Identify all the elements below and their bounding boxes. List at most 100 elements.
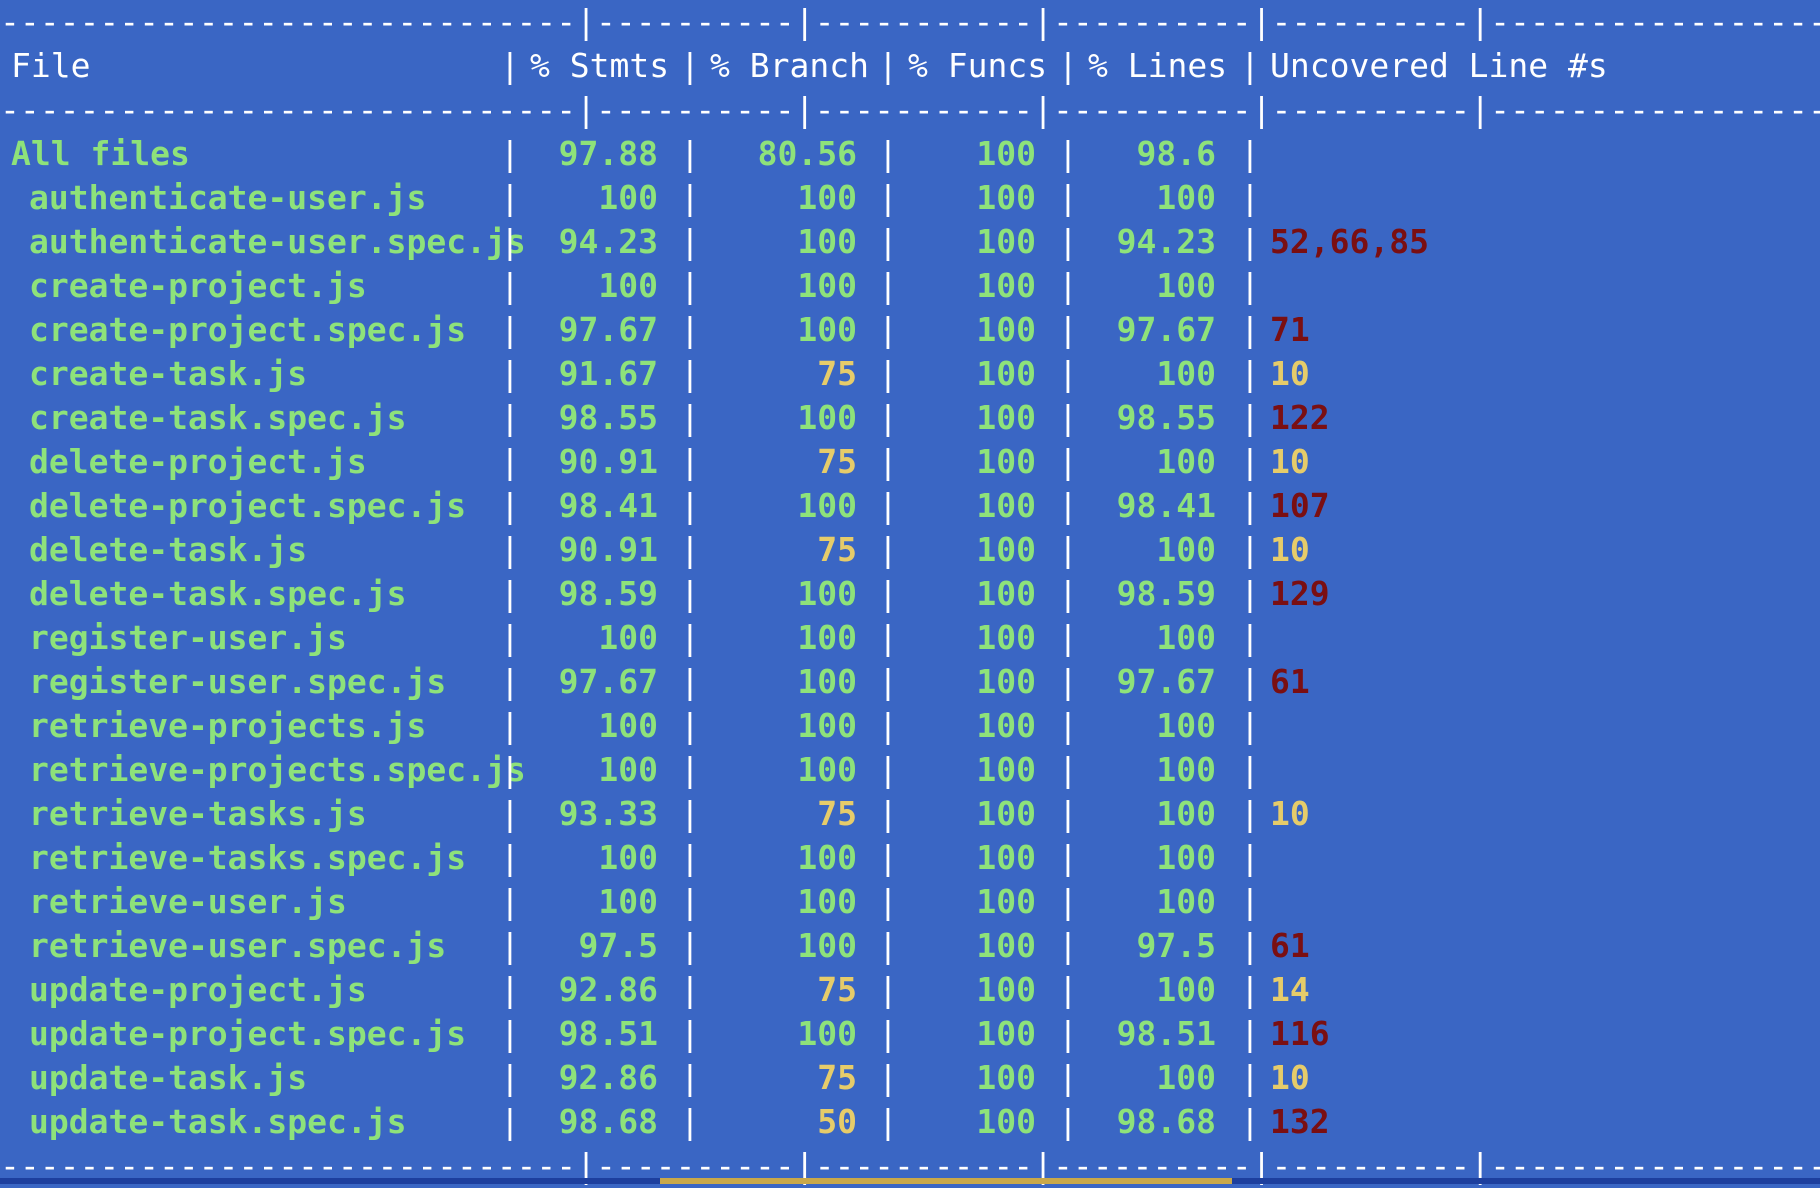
- col-separator: |: [1058, 662, 1078, 701]
- col-separator: |: [680, 266, 700, 305]
- col-separator: |: [878, 574, 898, 613]
- cell-funcs: 100: [976, 222, 1036, 261]
- col-separator: |: [1058, 222, 1078, 261]
- cell-funcs: 100: [976, 662, 1036, 701]
- cell-stmts: 97.67: [558, 310, 658, 349]
- header-file: File: [11, 46, 91, 85]
- cell-stmts: 98.51: [558, 1014, 658, 1053]
- cell-branch: 75: [817, 794, 857, 833]
- cell-branch: 100: [797, 266, 857, 305]
- col-separator: |: [878, 750, 898, 789]
- col-separator: |: [500, 706, 520, 745]
- col-separator: |: [1058, 926, 1078, 965]
- col-separator: |: [500, 618, 520, 657]
- cell-stmts: 90.91: [558, 442, 658, 481]
- cell-funcs: 100: [976, 530, 1036, 569]
- cell-file: retrieve-tasks.spec.js: [29, 838, 467, 877]
- cell-file: create-task.spec.js: [29, 398, 407, 437]
- table-row: delete-task.spec.js | 98.59 | 100 | 100 | 98.59 |…: [0, 572, 1820, 616]
- col-separator: |: [680, 574, 700, 613]
- col-separator: |: [500, 266, 520, 305]
- cell-funcs: 100: [976, 134, 1036, 173]
- col-separator: |: [1240, 1014, 1260, 1053]
- col-separator: |: [1240, 662, 1260, 701]
- col-separator: |: [878, 706, 898, 745]
- col-separator: |: [1240, 970, 1260, 1009]
- col-separator: |: [878, 1102, 898, 1141]
- cell-file: update-project.spec.js: [29, 1014, 467, 1053]
- col-separator: |: [878, 662, 898, 701]
- col-separator: |: [1058, 398, 1078, 437]
- cell-lines: 100: [1156, 618, 1216, 657]
- col-separator: |: [878, 970, 898, 1009]
- table-rule-top: -----------------------------|----------…: [0, 2, 1820, 41]
- cell-funcs: 100: [976, 1014, 1036, 1053]
- col-separator: |: [1240, 398, 1260, 437]
- cell-stmts: 100: [598, 178, 658, 217]
- col-separator: |: [500, 926, 520, 965]
- cell-lines: 100: [1156, 706, 1216, 745]
- table-row: register-user.spec.js | 97.67 | 100 | 100 | 97.6…: [0, 660, 1820, 704]
- col-separator: |: [878, 46, 898, 85]
- table-row: retrieve-projects.js | 100 | 100 | 100 | 100 |: [0, 704, 1820, 748]
- cell-branch: 75: [817, 354, 857, 393]
- col-separator: |: [680, 794, 700, 833]
- cell-uncovered: 129: [1270, 574, 1330, 613]
- col-separator: |: [1058, 794, 1078, 833]
- col-separator: |: [1058, 882, 1078, 921]
- cell-file: create-project.spec.js: [29, 310, 467, 349]
- col-separator: |: [500, 310, 520, 349]
- header-uncovered: Uncovered Line #s: [1270, 46, 1608, 85]
- col-separator: |: [1058, 486, 1078, 525]
- cell-funcs: 100: [976, 574, 1036, 613]
- cell-file: retrieve-projects.js: [29, 706, 427, 745]
- table-row: delete-project.spec.js | 98.41 | 100 | 100 | 98.…: [0, 484, 1820, 528]
- col-separator: |: [878, 222, 898, 261]
- col-separator: |: [500, 1014, 520, 1053]
- cell-file: register-user.spec.js: [29, 662, 447, 701]
- cell-stmts: 98.41: [558, 486, 658, 525]
- col-separator: |: [680, 222, 700, 261]
- cell-funcs: 100: [976, 794, 1036, 833]
- col-separator: |: [680, 706, 700, 745]
- table-row: create-project.js | 100 | 100 | 100 | 100 |: [0, 264, 1820, 308]
- cell-funcs: 100: [976, 1102, 1036, 1141]
- cell-lines: 98.51: [1116, 1014, 1216, 1053]
- cell-lines: 100: [1156, 266, 1216, 305]
- cell-funcs: 100: [976, 178, 1036, 217]
- cell-file: update-task.js: [29, 1058, 308, 1097]
- cell-branch: 100: [797, 486, 857, 525]
- col-separator: |: [878, 310, 898, 349]
- table-row: retrieve-tasks.js | 93.33 | 75 | 100 | 100 | 10: [0, 792, 1820, 836]
- table-row: update-project.js | 92.86 | 75 | 100 | 100 | 14: [0, 968, 1820, 1012]
- col-separator: |: [878, 1058, 898, 1097]
- cell-lines: 97.67: [1116, 662, 1216, 701]
- cell-file: retrieve-tasks.js: [29, 794, 367, 833]
- cell-file: update-project.js: [29, 970, 367, 1009]
- cell-uncovered: 107: [1270, 486, 1330, 525]
- cell-branch: 100: [797, 838, 857, 877]
- col-separator: |: [878, 134, 898, 173]
- cell-lines: 100: [1156, 838, 1216, 877]
- col-separator: |: [680, 1102, 700, 1141]
- col-separator: |: [680, 750, 700, 789]
- col-separator: |: [680, 310, 700, 349]
- cell-branch: 100: [797, 574, 857, 613]
- cell-funcs: 100: [976, 706, 1036, 745]
- cell-uncovered: 52,66,85: [1270, 222, 1429, 261]
- col-separator: |: [1058, 134, 1078, 173]
- cell-branch: 100: [797, 750, 857, 789]
- cell-branch: 100: [797, 178, 857, 217]
- cell-uncovered: 132: [1270, 1102, 1330, 1141]
- cell-branch: 75: [817, 530, 857, 569]
- col-separator: |: [1058, 530, 1078, 569]
- cell-branch: 100: [797, 618, 857, 657]
- col-separator: |: [1058, 750, 1078, 789]
- col-separator: |: [1058, 178, 1078, 217]
- col-separator: |: [500, 574, 520, 613]
- cell-uncovered: 122: [1270, 398, 1330, 437]
- cell-stmts: 92.86: [558, 1058, 658, 1097]
- col-separator: |: [1240, 706, 1260, 745]
- table-row: create-project.spec.js | 97.67 | 100 | 100 | 97.…: [0, 308, 1820, 352]
- table-row: create-task.spec.js | 98.55 | 100 | 100 | 98.55 |…: [0, 396, 1820, 440]
